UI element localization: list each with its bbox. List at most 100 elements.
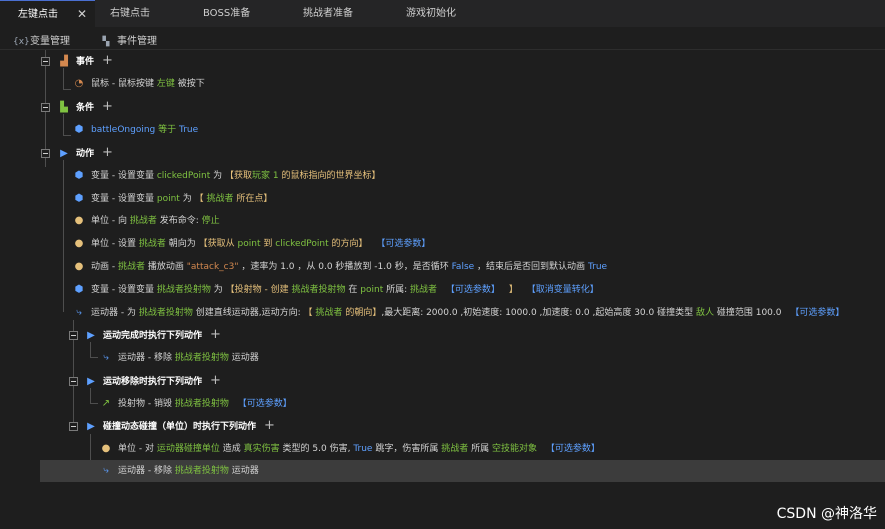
tab-label: 左键点击 xyxy=(18,9,58,20)
param[interactable]: 挑战者投射物 xyxy=(175,466,229,476)
param[interactable]: True xyxy=(179,125,198,135)
condition-row[interactable]: ⬢ battleOngoing 等于 True xyxy=(73,120,199,140)
action-row[interactable]: ● 单位 - 设置 挑战者 朝向为 【获取从 point 到 clickedPoi… xyxy=(73,234,431,254)
param[interactable]: 挑战者 xyxy=(130,216,157,226)
param[interactable]: "attack_c3" xyxy=(187,262,239,272)
action-row[interactable]: ⬢ 变量 - 设置变量 clickedPoint 为 【获取玩家 1 的鼠标指向的… xyxy=(73,166,381,186)
action-row[interactable]: ● 单位 - 对 运动器碰撞单位 造成 真实伤害 类型的 5.0 伤害, True… xyxy=(100,439,600,459)
param[interactable]: point xyxy=(238,239,261,249)
param[interactable]: 敌人 xyxy=(696,308,714,318)
param[interactable]: 等于 xyxy=(158,125,176,135)
param[interactable]: 挑战者投射物 xyxy=(157,285,211,295)
add-icon[interactable]: + xyxy=(102,145,113,160)
param[interactable]: 空技能对象 xyxy=(492,444,537,454)
action-row[interactable]: ⤷ 运动器 - 移除 挑战者投射物 运动器 xyxy=(100,348,259,368)
add-icon[interactable]: + xyxy=(102,99,113,114)
param[interactable]: 挑战者投射物 xyxy=(139,308,193,318)
param[interactable]: 挑战者投射物 xyxy=(292,285,346,295)
text: 【获取从 xyxy=(198,239,235,249)
text: 【 xyxy=(194,194,204,204)
param[interactable]: 玩家 1 xyxy=(252,171,279,181)
tab-boss-prepare[interactable]: BOSS准备 xyxy=(203,0,250,27)
section-label: 运动移除时执行下列动作 xyxy=(103,377,203,387)
event-manager-button[interactable]: ▚ 事件管理 xyxy=(100,32,157,47)
add-icon[interactable]: + xyxy=(264,418,275,433)
text: 类型的 5.0 伤害, xyxy=(282,444,351,454)
param[interactable]: battleOngoing xyxy=(91,125,155,135)
add-icon[interactable]: + xyxy=(210,327,221,342)
action-row[interactable]: ⤷ 运动器 - 为 挑战者投射物 创建直线运动器,运动方向: 【 挑战者 的朝向】… xyxy=(73,303,844,323)
variable-icon: ⬢ xyxy=(74,284,84,295)
optional-params-link[interactable]: 【可选参数】 xyxy=(546,444,600,454)
action-row[interactable]: ● 单位 - 向 挑战者 发布命令: 停止 xyxy=(73,211,220,231)
param[interactable]: 左键 xyxy=(157,79,175,89)
add-icon[interactable]: + xyxy=(102,53,113,68)
text: 为 xyxy=(213,285,223,295)
animation-icon: ● xyxy=(74,261,84,272)
collapse-toggle[interactable] xyxy=(69,422,78,431)
text: 为 xyxy=(213,171,223,181)
param[interactable]: clickedPoint xyxy=(157,171,210,181)
tab-right-click[interactable]: 右键点击 xyxy=(110,0,150,27)
collapse-toggle[interactable] xyxy=(41,57,50,66)
optional-params-link[interactable]: 【可选参数】 xyxy=(446,285,500,295)
close-icon[interactable]: ✕ xyxy=(77,1,87,28)
event-row[interactable]: ◔ 鼠标 - 鼠标按键 左键 被按下 xyxy=(73,74,205,94)
sub-action-header[interactable]: ▶ 碰撞动态碰撞（单位）时执行下列动作 + xyxy=(85,416,275,436)
param[interactable]: False xyxy=(452,262,475,272)
event-manager-label: 事件管理 xyxy=(117,36,157,47)
logic-icon: ⬢ xyxy=(74,124,84,135)
condition-header[interactable]: ▙ 条件 + xyxy=(58,97,113,117)
collapse-toggle[interactable] xyxy=(41,149,50,158)
optional-params-link[interactable]: 【可选参数】 xyxy=(790,308,844,318)
action-row[interactable]: ↗ 投射物 - 销毁 挑战者投射物 【可选参数】 xyxy=(100,394,292,414)
tree-line xyxy=(90,403,98,404)
param[interactable]: 挑战者 xyxy=(118,262,145,272)
optional-params-link[interactable]: 【可选参数】 xyxy=(238,399,292,409)
action-row-selected[interactable]: ⤷ 运动器 - 移除 挑战者投射物 运动器 xyxy=(100,461,259,481)
sub-action-header[interactable]: ▶ 运动完成时执行下列动作 + xyxy=(85,325,221,345)
param[interactable]: point xyxy=(157,194,180,204)
watermark: CSDN @神洛华 xyxy=(776,506,877,522)
text: 造成 xyxy=(222,444,241,454)
param[interactable]: 挑战者 xyxy=(441,444,468,454)
event-icon: ▟ xyxy=(60,56,68,67)
param[interactable]: 挑战者 xyxy=(410,285,437,295)
param[interactable]: point xyxy=(360,285,383,295)
text: 运动器 - 移除 xyxy=(118,353,172,363)
text: 运动器 - 为 xyxy=(91,308,136,318)
param[interactable]: 挑战者 xyxy=(315,308,342,318)
cancel-variable-conversion-link[interactable]: 【取消变量转化】 xyxy=(527,285,599,295)
action-header[interactable]: ▶ 动作 + xyxy=(58,143,113,163)
param[interactable]: 停止 xyxy=(202,216,220,226)
optional-params-link[interactable]: 【可选参数】 xyxy=(376,239,430,249)
text: 单位 - 向 xyxy=(91,216,127,226)
param[interactable]: 真实伤害 xyxy=(244,444,280,454)
event-header[interactable]: ▟ 事件 + xyxy=(58,51,113,71)
tab-challenger-prepare[interactable]: 挑战者准备 xyxy=(303,0,353,27)
param[interactable]: 挑战者投射物 xyxy=(175,353,229,363)
collapse-toggle[interactable] xyxy=(69,331,78,340)
text: 所属: xyxy=(386,285,408,295)
param[interactable]: 挑战者 xyxy=(139,239,166,249)
section-label: 动作 xyxy=(76,149,95,159)
sub-action-header[interactable]: ▶ 运动移除时执行下列动作 + xyxy=(85,371,221,391)
tab-game-init[interactable]: 游戏初始化 xyxy=(406,0,456,27)
param[interactable]: 挑战者 xyxy=(206,194,233,204)
param[interactable]: True xyxy=(353,444,372,454)
collapse-toggle[interactable] xyxy=(69,377,78,386)
collapse-toggle[interactable] xyxy=(41,103,50,112)
text: 单位 - 对 xyxy=(118,444,154,454)
param[interactable]: True xyxy=(588,262,607,272)
tab-left-click[interactable]: 左键点击 ✕ xyxy=(0,0,95,27)
variable-manager-button[interactable]: {x}变量管理 xyxy=(13,32,70,47)
text: 到 xyxy=(263,239,273,249)
param[interactable]: 挑战者投射物 xyxy=(175,399,229,409)
action-row[interactable]: ● 动画 - 挑战者 播放动画 "attack_c3" ，速率为 1.0 ，从 0… xyxy=(73,257,607,277)
add-icon[interactable]: + xyxy=(210,373,221,388)
action-row[interactable]: ⬢ 变量 - 设置变量 挑战者投射物 为 【投射物 - 创建 挑战者投射物 在 p… xyxy=(73,280,599,300)
param[interactable]: clickedPoint xyxy=(275,239,328,249)
action-row[interactable]: ⬢ 变量 - 设置变量 point 为 【 挑战者 所在点】 xyxy=(73,189,273,209)
param[interactable]: 运动器碰撞单位 xyxy=(157,444,220,454)
action-icon: ▶ xyxy=(87,376,95,387)
